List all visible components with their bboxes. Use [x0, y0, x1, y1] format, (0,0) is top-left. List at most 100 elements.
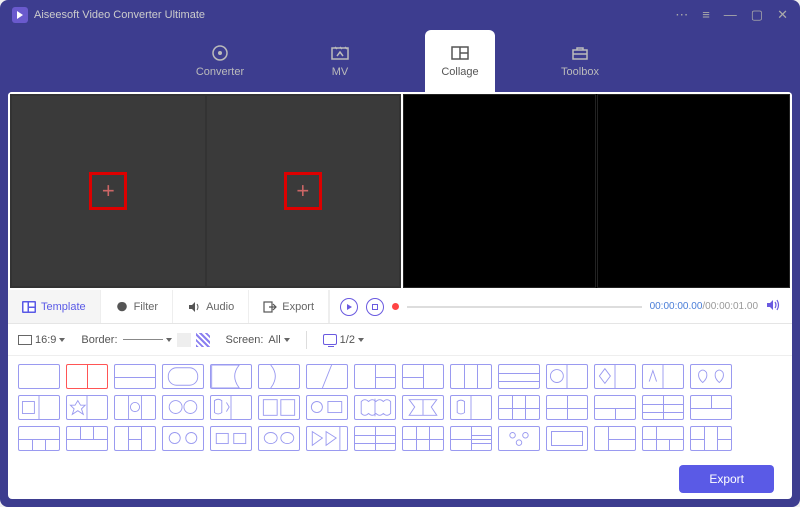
- template-item[interactable]: [498, 364, 540, 389]
- tab-audio[interactable]: Audio: [173, 290, 249, 323]
- player-controls: 00:00:00.00/00:00:01.00: [329, 290, 792, 323]
- template-item[interactable]: [162, 426, 204, 451]
- template-item[interactable]: [594, 426, 636, 451]
- border-label: Border:: [81, 334, 117, 346]
- play-icon: [347, 304, 352, 310]
- template-item[interactable]: [450, 364, 492, 389]
- template-item[interactable]: [594, 364, 636, 389]
- screen-value: All: [268, 334, 280, 346]
- player-slot-1: [403, 94, 596, 288]
- template-item[interactable]: [162, 364, 204, 389]
- export-icon: [263, 301, 277, 313]
- template-item[interactable]: [546, 364, 588, 389]
- template-item[interactable]: [210, 426, 252, 451]
- screen-select[interactable]: All: [268, 334, 289, 346]
- template-item[interactable]: [354, 364, 396, 389]
- nav-collage[interactable]: Collage: [425, 30, 495, 92]
- template-item[interactable]: [258, 395, 300, 420]
- templates-grid: [8, 356, 792, 459]
- tab-filter[interactable]: Filter: [101, 290, 173, 323]
- template-item[interactable]: [642, 395, 684, 420]
- template-item[interactable]: [594, 395, 636, 420]
- border-style-select[interactable]: [123, 338, 172, 342]
- tab-export[interactable]: Export: [249, 290, 329, 323]
- template-item[interactable]: [402, 364, 444, 389]
- collage-tabs: Template Filter Audio Export: [8, 290, 329, 323]
- add-media-icon[interactable]: +: [284, 172, 322, 210]
- aspect-ratio-select[interactable]: 16:9: [18, 334, 65, 346]
- template-item[interactable]: [306, 426, 348, 451]
- nav-toolbox[interactable]: Toolbox: [545, 30, 615, 92]
- ratio-icon: [18, 335, 32, 345]
- template-item[interactable]: [690, 395, 732, 420]
- border-color-picker[interactable]: [177, 333, 191, 347]
- tab-template-label: Template: [41, 301, 86, 313]
- export-button[interactable]: Export: [679, 465, 774, 493]
- chevron-down-icon: [284, 338, 290, 342]
- nav-converter-label: Converter: [196, 66, 244, 78]
- template-item[interactable]: [642, 364, 684, 389]
- template-item[interactable]: [642, 426, 684, 451]
- window-controls: ⋯ ≡ — ▢ ✕: [675, 7, 788, 23]
- audio-icon: [187, 301, 201, 313]
- template-item[interactable]: [546, 426, 588, 451]
- page-value: 1/2: [340, 334, 355, 346]
- template-item[interactable]: [354, 395, 396, 420]
- template-item[interactable]: [690, 364, 732, 389]
- template-item[interactable]: [114, 395, 156, 420]
- aspect-ratio-value: 16:9: [35, 334, 56, 346]
- template-item[interactable]: [498, 395, 540, 420]
- stop-button[interactable]: [366, 298, 384, 316]
- close-icon[interactable]: ✕: [777, 7, 788, 23]
- template-item[interactable]: [114, 364, 156, 389]
- drop-slot-2[interactable]: +: [207, 96, 400, 286]
- toolbox-icon: [570, 44, 590, 62]
- stop-icon: [372, 304, 378, 310]
- timeline-slider[interactable]: [407, 306, 642, 308]
- template-item[interactable]: [18, 364, 60, 389]
- template-item[interactable]: [210, 364, 252, 389]
- template-item[interactable]: [546, 395, 588, 420]
- template-item[interactable]: [18, 395, 60, 420]
- nav-converter[interactable]: Converter: [185, 30, 255, 92]
- mv-icon: [330, 44, 350, 62]
- template-item[interactable]: [258, 426, 300, 451]
- app-title: Aiseesoft Video Converter Ultimate: [34, 9, 205, 21]
- template-item[interactable]: [66, 426, 108, 451]
- template-item[interactable]: [210, 395, 252, 420]
- tab-template[interactable]: Template: [8, 290, 101, 323]
- template-item[interactable]: [306, 395, 348, 420]
- drop-slot-1[interactable]: +: [12, 96, 205, 286]
- playhead-marker-icon[interactable]: [392, 303, 399, 310]
- tab-filter-label: Filter: [134, 301, 158, 313]
- template-item[interactable]: [114, 426, 156, 451]
- template-item[interactable]: [66, 364, 108, 389]
- template-item[interactable]: [450, 426, 492, 451]
- template-item[interactable]: [690, 426, 732, 451]
- maximize-icon[interactable]: ▢: [751, 7, 763, 23]
- template-item[interactable]: [354, 426, 396, 451]
- template-item[interactable]: [162, 395, 204, 420]
- mid-bar: Template Filter Audio Export: [8, 290, 792, 324]
- add-media-icon[interactable]: +: [89, 172, 127, 210]
- template-item[interactable]: [498, 426, 540, 451]
- minimize-icon[interactable]: —: [724, 7, 737, 23]
- feedback-icon[interactable]: ⋯: [675, 7, 688, 23]
- nav-collage-label: Collage: [441, 66, 478, 78]
- menu-icon[interactable]: ≡: [702, 7, 710, 23]
- nav-mv[interactable]: MV: [305, 30, 375, 92]
- template-item[interactable]: [66, 395, 108, 420]
- chevron-down-icon: [59, 338, 65, 342]
- total-time: 00:00:01.00: [705, 301, 758, 312]
- template-item[interactable]: [402, 426, 444, 451]
- chevron-down-icon: [358, 338, 364, 342]
- border-pattern-picker[interactable]: [196, 333, 210, 347]
- play-button[interactable]: [340, 298, 358, 316]
- template-item[interactable]: [18, 426, 60, 451]
- page-select[interactable]: 1/2: [323, 334, 364, 346]
- template-item[interactable]: [306, 364, 348, 389]
- volume-icon[interactable]: [766, 298, 782, 315]
- template-item[interactable]: [450, 395, 492, 420]
- template-item[interactable]: [258, 364, 300, 389]
- template-item[interactable]: [402, 395, 444, 420]
